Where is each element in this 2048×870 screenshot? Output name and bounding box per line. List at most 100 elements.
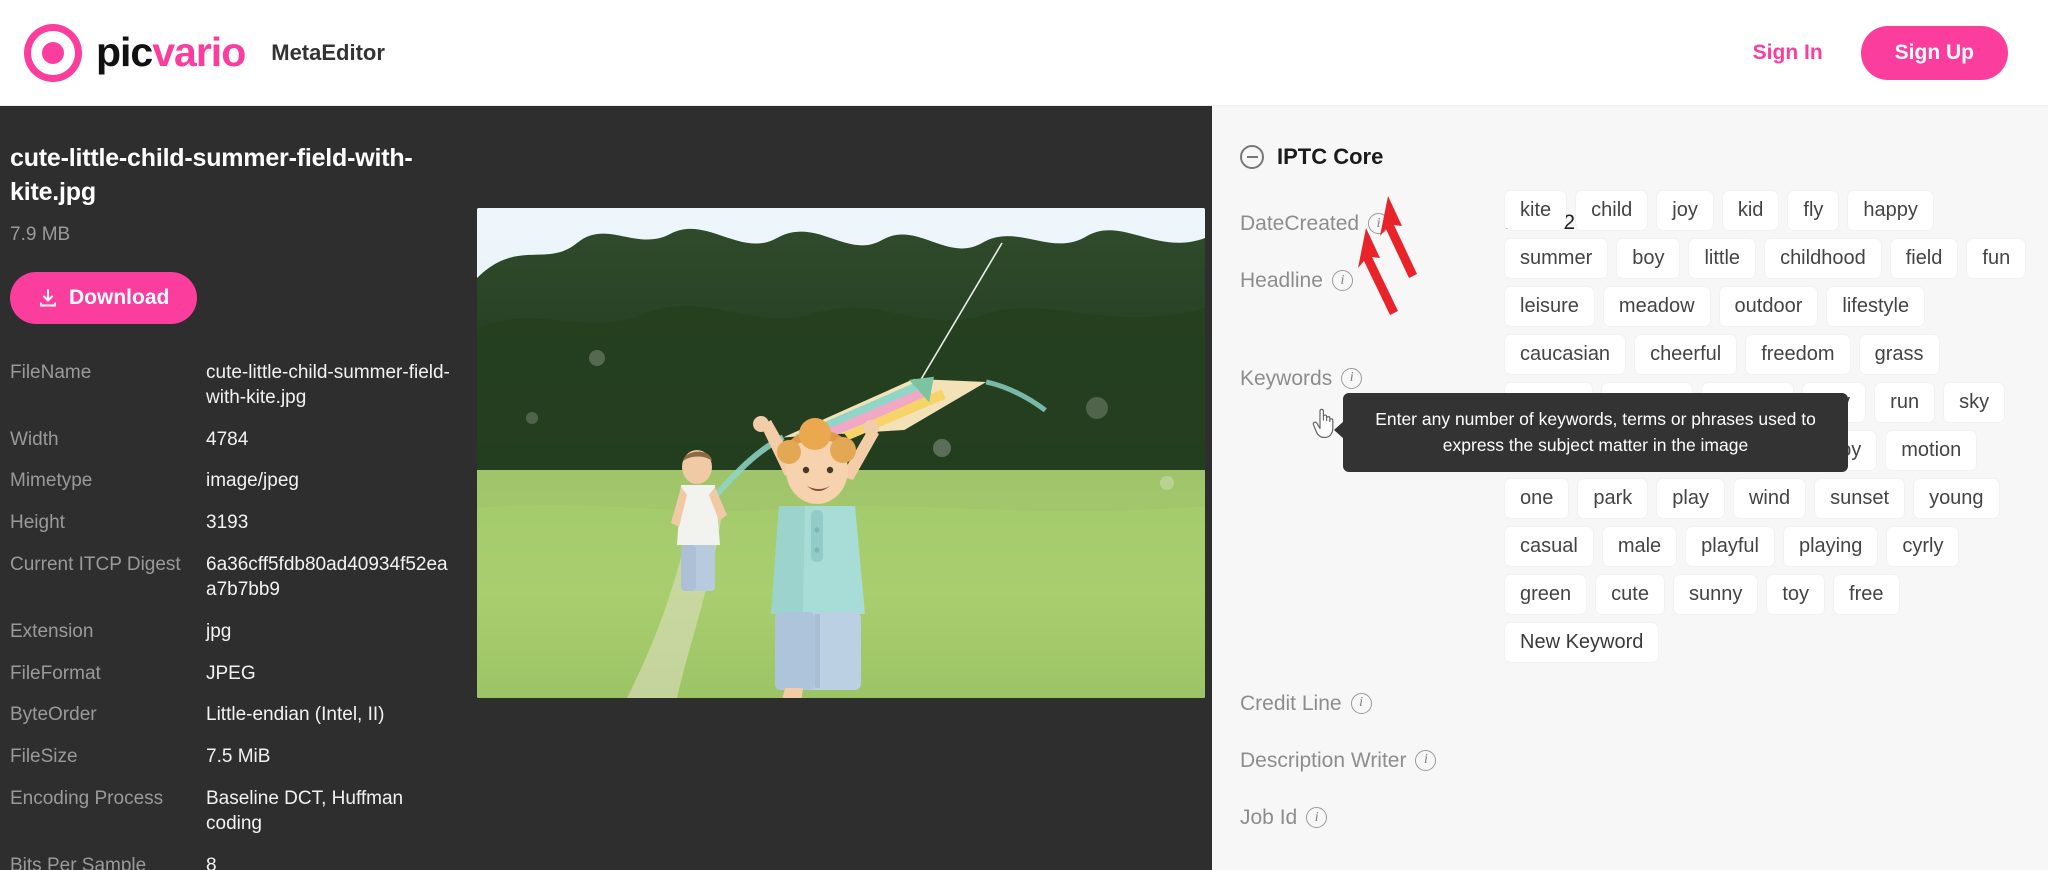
download-button-label: Download [69, 285, 170, 309]
keyword-tag[interactable]: fun [1967, 238, 2026, 278]
keyword-tag[interactable]: free [1834, 574, 1899, 614]
description-writer-label: Description Writer i [1240, 747, 1505, 774]
keyword-tag[interactable]: wind [1733, 478, 1806, 518]
metadata-key: Mimetype [10, 470, 93, 492]
metadata-value: JPEG [206, 662, 256, 684]
job-id-label-text: Job Id [1240, 806, 1298, 830]
table-row: Current ITCP Digest 6a36cff5fdb80ad40934… [10, 552, 450, 603]
keyword-tag[interactable]: child [1576, 190, 1648, 230]
keyword-tag[interactable]: cute [1596, 574, 1664, 614]
keyword-tag[interactable]: kid [1722, 190, 1779, 230]
keyword-tag[interactable]: lifestyle [1827, 286, 1925, 326]
photo-preview-area [470, 142, 1212, 870]
photo-illustration [477, 208, 1205, 698]
iptc-core-section-header: IPTC Core [1240, 144, 2048, 170]
info-icon[interactable]: i [1415, 750, 1437, 772]
file-size-label: 7.9 MB [10, 223, 71, 245]
page-title: cute-little-child-summer-field-with-kite… [10, 144, 413, 206]
keyword-tag[interactable]: caucasian [1505, 334, 1626, 374]
metadata-key: Bits Per Sample [10, 854, 147, 870]
keyword-tag[interactable]: sunset [1815, 478, 1905, 518]
keyword-tag[interactable]: happy [1848, 190, 1933, 230]
keyword-tag[interactable]: field [1890, 238, 1958, 278]
sign-up-button[interactable]: Sign Up [1860, 25, 2008, 80]
metadata-key: Encoding Process [10, 787, 164, 809]
logo-wordmark: picvario [96, 29, 246, 76]
keyword-tag[interactable]: one [1505, 478, 1569, 518]
metadata-key: FileFormat [10, 662, 101, 684]
metadata-value: 3193 [206, 512, 249, 534]
table-row: ByteOrder Little-endian (Intel, II) [10, 702, 450, 728]
metadata-value: 8 [206, 854, 217, 870]
top-navigation-bar: picvario MetaEditor Sign In Sign Up [0, 0, 2048, 106]
keyword-tag[interactable]: park [1578, 478, 1648, 518]
keyword-tag[interactable]: fly [1788, 190, 1839, 230]
keyword-tag[interactable]: young [1914, 478, 1999, 518]
keyword-tag[interactable]: cyrly [1887, 526, 1959, 566]
info-icon[interactable]: i [1350, 692, 1372, 714]
metadata-key: Extension [10, 620, 94, 642]
keyword-tag[interactable]: boy [1617, 238, 1680, 278]
asset-preview-panel: cute-little-child-summer-field-with-kite… [0, 106, 1212, 870]
keyword-tag[interactable]: green [1505, 574, 1587, 614]
hand-cursor-icon [1312, 408, 1334, 439]
keyword-tag[interactable]: freedom [1746, 334, 1850, 374]
asset-photo [477, 208, 1205, 698]
keyword-tag[interactable]: play [1657, 478, 1724, 518]
auth-actions: Sign In Sign Up [1753, 25, 2008, 80]
sign-in-link[interactable]: Sign In [1753, 41, 1823, 65]
metadata-key: Current ITCP Digest [10, 553, 181, 575]
table-row: Encoding Process Baseline DCT, Huffman c… [10, 786, 450, 837]
info-icon[interactable]: i [1306, 807, 1328, 829]
keyword-tag[interactable]: motion [1886, 430, 1977, 470]
table-row: FileFormat JPEG [10, 661, 450, 687]
keyword-tag[interactable]: run [1875, 382, 1935, 422]
section-title: IPTC Core [1277, 144, 1384, 169]
keyword-tag[interactable]: kite [1505, 190, 1567, 230]
keyword-tag[interactable]: little [1689, 238, 1756, 278]
table-row: FileName cute-little-child-summer-field-… [10, 360, 450, 411]
new-keyword-button[interactable]: New Keyword [1505, 622, 1659, 662]
metadata-key: Height [10, 512, 65, 534]
table-row: FileSize 7.5 MiB [10, 744, 450, 770]
download-button[interactable]: Download [10, 271, 198, 324]
keyword-tag[interactable]: childhood [1765, 238, 1881, 278]
table-row: Width 4784 [10, 427, 450, 453]
description-writer-label-text: Description Writer [1240, 748, 1407, 772]
metadata-value: cute-little-child-summer-field-with-kite… [206, 361, 450, 409]
metadata-value: Little-endian (Intel, II) [206, 704, 385, 726]
keyword-tag[interactable]: toy [1767, 574, 1825, 614]
field-credit-line: Credit Line i [1240, 690, 2048, 717]
keyword-tag[interactable]: joy [1657, 190, 1713, 230]
credit-line-label: Credit Line i [1240, 690, 1505, 717]
table-row: Extension jpg [10, 619, 450, 645]
download-icon [40, 288, 56, 306]
metadata-value: jpg [206, 620, 232, 642]
logo-text-pic: pic [96, 29, 153, 75]
metadata-value: 4784 [206, 428, 249, 450]
keyword-tag[interactable]: male [1602, 526, 1677, 566]
keyword-tag[interactable]: cheerful [1635, 334, 1737, 374]
info-icon[interactable]: i [1341, 367, 1363, 389]
keyword-tag[interactable]: playing [1783, 526, 1878, 566]
field-description-writer: Description Writer i [1240, 747, 2048, 774]
asset-details-column: cute-little-child-summer-field-with-kite… [0, 142, 470, 870]
brand-logo[interactable]: picvario MetaEditor [24, 23, 385, 82]
keyword-tag[interactable]: summer [1505, 238, 1608, 278]
keywords-tooltip: Enter any number of keywords, terms or p… [1334, 393, 1848, 472]
metadata-key: Width [10, 428, 59, 450]
field-job-id: Job Id i [1240, 804, 2048, 831]
table-row: Mimetype image/jpeg [10, 468, 450, 494]
collapse-minus-icon[interactable] [1240, 145, 1264, 169]
keyword-tag[interactable]: casual [1505, 526, 1593, 566]
keyword-tag[interactable]: leisure [1505, 286, 1594, 326]
table-row: Height 3193 [10, 510, 450, 536]
keyword-tag[interactable]: outdoor [1719, 286, 1818, 326]
keyword-tag[interactable]: playful [1686, 526, 1774, 566]
keyword-tag[interactable]: sunny [1673, 574, 1758, 614]
credit-line-label-text: Credit Line [1240, 691, 1342, 715]
metadata-value: 6a36cff5fdb80ad40934f52eaa7b7bb9 [206, 553, 448, 601]
keyword-tag[interactable]: meadow [1603, 286, 1710, 326]
keyword-tag[interactable]: grass [1859, 334, 1939, 374]
keyword-tag[interactable]: sky [1944, 382, 2005, 422]
